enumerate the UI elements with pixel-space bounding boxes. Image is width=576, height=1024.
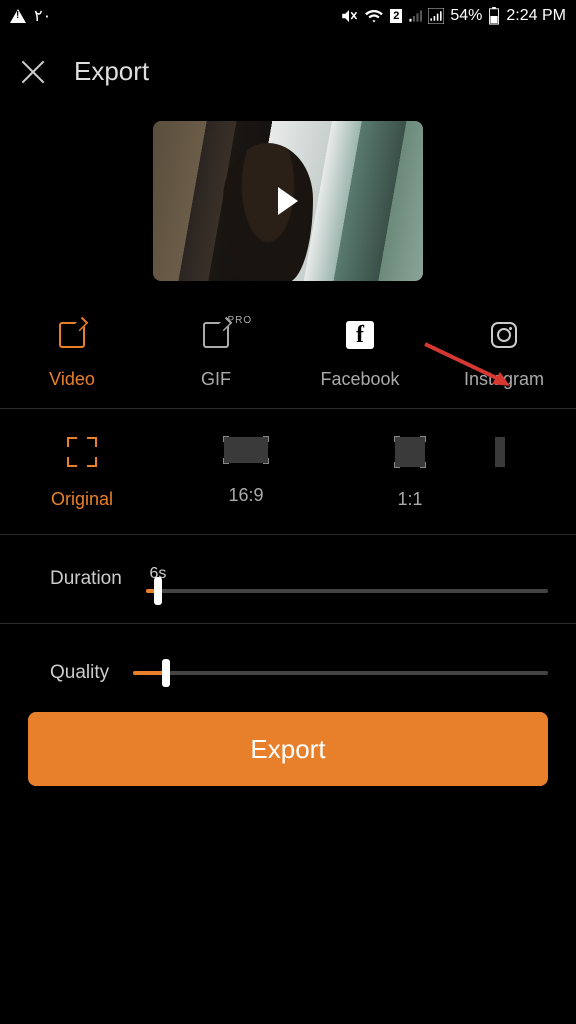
aspect-16-9[interactable]: 16:9 <box>164 437 328 510</box>
page-title: Export <box>74 56 149 87</box>
status-text: ٢٠ <box>34 6 51 26</box>
mute-icon <box>340 7 358 25</box>
close-icon[interactable] <box>20 59 46 85</box>
play-icon[interactable] <box>278 187 298 215</box>
preview-container <box>0 111 576 311</box>
video-preview[interactable] <box>153 121 423 281</box>
share-label: Facebook <box>320 369 399 390</box>
status-right: 2 54% 2:24 PM <box>340 7 566 25</box>
battery-icon <box>488 7 500 25</box>
export-button[interactable]: Export <box>28 712 548 786</box>
quality-slider[interactable] <box>133 671 548 675</box>
signal-weak-icon <box>408 9 422 23</box>
share-video[interactable]: Video <box>0 319 144 390</box>
export-button-label: Export <box>250 734 325 765</box>
slider-thumb[interactable] <box>154 577 162 605</box>
signal-full-icon <box>428 8 444 24</box>
header: Export <box>0 32 576 111</box>
aspect-more[interactable] <box>492 437 508 510</box>
share-label: GIF <box>201 369 231 390</box>
aspect-ratios: Original 16:9 1:1 <box>0 409 576 534</box>
wifi-icon <box>364 8 384 24</box>
slider-thumb[interactable] <box>162 659 170 687</box>
duration-section: Duration 6s <box>0 535 576 623</box>
pro-badge: PRO <box>228 315 253 326</box>
warning-icon <box>10 9 26 23</box>
time-text: 2:24 PM <box>506 7 566 25</box>
aspect-label: Original <box>51 489 113 510</box>
share-label: Video <box>49 369 95 390</box>
share-gif[interactable]: PRO GIF <box>144 319 288 390</box>
aspect-label: 1:1 <box>397 489 422 510</box>
original-aspect-icon <box>67 437 97 467</box>
duration-label: Duration <box>50 568 122 590</box>
status-left: ٢٠ <box>10 6 51 26</box>
sim-badge: 2 <box>390 9 402 23</box>
duration-slider[interactable]: 6s <box>146 565 548 593</box>
aspect-1-1[interactable]: 1:1 <box>328 437 492 510</box>
aspect-original[interactable]: Original <box>0 437 164 510</box>
facebook-icon: f <box>346 321 374 349</box>
ratio-16-9-icon <box>224 437 268 463</box>
share-instagram[interactable]: Instagram <box>432 319 576 390</box>
aspect-label: 16:9 <box>228 485 263 506</box>
quality-label: Quality <box>50 662 109 684</box>
instagram-icon <box>491 322 517 348</box>
video-export-icon <box>59 322 85 348</box>
share-targets: Video PRO GIF f Facebook Instagram <box>0 311 576 408</box>
status-bar: ٢٠ 2 54% 2:24 PM <box>0 0 576 32</box>
gif-export-icon <box>203 322 229 348</box>
battery-text: 54% <box>450 7 482 25</box>
ratio-1-1-icon <box>395 437 425 467</box>
ratio-partial-icon <box>495 437 505 467</box>
share-facebook[interactable]: f Facebook <box>288 319 432 390</box>
share-label: Instagram <box>464 369 544 390</box>
quality-section: Quality <box>0 624 576 708</box>
